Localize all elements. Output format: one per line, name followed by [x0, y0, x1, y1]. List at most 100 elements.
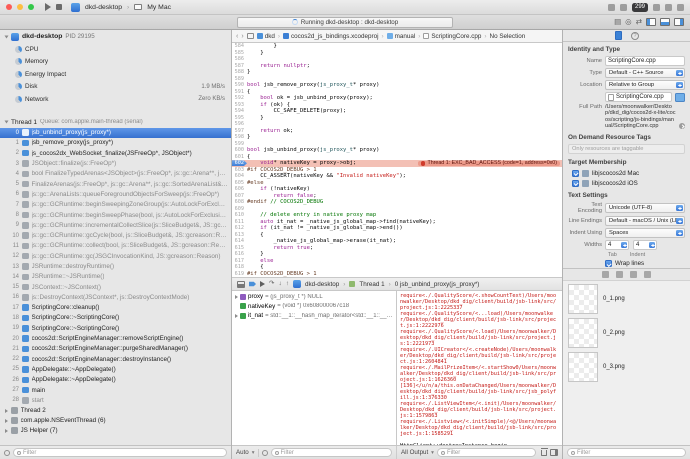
file-reference[interactable]: ScriptingCore.cpp [605, 92, 672, 102]
stack-frame[interactable]: 13 JSRuntime::destroyRuntime() [0, 261, 231, 271]
stack-frame[interactable]: 10 js::gc::GCRuntime::gcCycle(bool, js::S… [0, 230, 231, 240]
gauge-row[interactable]: Disk 1.9 MB/s [0, 81, 231, 94]
stack-frame[interactable]: 6 js::gc::ArenaLists::queueForegroundObje… [0, 189, 231, 199]
indent-using-popup[interactable]: Spaces [605, 228, 685, 239]
console-pane-toggle-icon[interactable] [550, 449, 558, 456]
gauge-row[interactable]: Network Zero KB/s [0, 93, 231, 106]
menubar-status-icon[interactable] [653, 3, 660, 11]
library-item[interactable]: 0_1.png [568, 284, 685, 315]
file-template-library-icon[interactable] [602, 271, 609, 279]
name-field[interactable]: ScriptingCore.cpp [605, 56, 685, 66]
debug-thread-selector[interactable]: Thread 1 [359, 281, 384, 288]
filter-scope-icon[interactable] [261, 449, 268, 456]
indent-width-stepper[interactable]: 4 [633, 240, 657, 251]
minimize-button[interactable] [17, 4, 23, 10]
gauge-row[interactable]: Memory [0, 56, 231, 69]
standard-editor-icon[interactable]: ▤ [614, 18, 621, 26]
disclosure-icon[interactable] [4, 35, 9, 38]
menubar-status-icon[interactable] [665, 3, 672, 11]
jumpbar-crumb[interactable]: ScriptingCore.cpp [423, 33, 481, 40]
stack-frame[interactable]: 16 js::DestroyContext(JSContext*, js::Des… [0, 292, 231, 302]
quick-help-tab[interactable] [630, 31, 639, 40]
variables-filter-input[interactable]: Filter [270, 448, 392, 457]
clear-console-icon[interactable] [540, 447, 548, 456]
type-popup[interactable]: Default - C++ Source [605, 68, 685, 78]
gauge-row[interactable]: Energy Impact [0, 68, 231, 81]
stack-frame[interactable]: 0 jsb_unbind_proxy(js_proxy*) [0, 127, 231, 138]
stack-frame[interactable]: 20 cocos2d::ScriptEngineManager::removeSc… [0, 333, 231, 343]
menubar-status-icon[interactable] [607, 3, 615, 11]
file-inspector-tab[interactable] [614, 31, 622, 40]
stack-frame[interactable]: 26 AppDelegate::~AppDelegate() [0, 375, 231, 385]
object-library-icon[interactable] [630, 271, 637, 279]
variable-row[interactable]: proxy = (js_proxy_t *) NULL [232, 292, 396, 302]
checkbox[interactable] [572, 169, 579, 177]
stack-frame[interactable]: 27 main [0, 385, 231, 395]
stack-frame[interactable]: 17 ScriptingCore::cleanup() [0, 303, 231, 313]
forward-button[interactable]: › [241, 33, 243, 40]
stack-frame[interactable]: 14 JSRuntime::~JSRuntime() [0, 272, 231, 282]
stop-button[interactable] [56, 4, 62, 10]
media-library-icon[interactable] [644, 271, 651, 279]
toggle-inspector-icon[interactable] [674, 18, 684, 26]
run-button[interactable] [45, 3, 51, 11]
stack-frame[interactable]: 4 bool FinalizeTypedArenas<JSObject>(js::… [0, 169, 231, 179]
scheme-device[interactable]: My Mac [147, 4, 171, 11]
jumpbar-crumb[interactable]: cocos2d_js_bindings.xcodeproj [282, 33, 378, 40]
console-filter-input[interactable]: Filter [436, 448, 536, 457]
thread-header[interactable]: Thread 1 Queue: com.apple.main-thread (s… [0, 117, 231, 128]
gauge-row[interactable]: CPU [0, 43, 231, 56]
code-line[interactable]: 619 #if COCOS2D_DEBUG > 1 [232, 271, 562, 278]
scope-selector[interactable]: Auto [236, 449, 249, 456]
filter-scope-icon[interactable] [4, 449, 10, 456]
variable-row[interactable]: nativeKey = (void *) 0x608000067c18 [232, 302, 396, 312]
continue-icon[interactable] [260, 281, 265, 287]
step-out-icon[interactable]: ↑ [286, 280, 289, 288]
stack-frame[interactable]: 25 AppDelegate::~AppDelegate() [0, 364, 231, 374]
stack-frame[interactable]: 12 js::gc::GCRuntime::gc(JSGCInvocationKi… [0, 251, 231, 261]
step-over-icon[interactable]: ↷ [269, 280, 274, 288]
menubar-status-icon[interactable] [677, 3, 684, 11]
stack-frame[interactable]: 5 FinalizeArenas(js::FreeOp*, js::gc::Are… [0, 179, 231, 189]
process-row[interactable]: dkd-desktop PID 29195 [0, 30, 231, 43]
stack-frame[interactable]: 3 JSObject::finalize(js::FreeOp*) [0, 158, 231, 168]
stack-frame[interactable]: 15 JSContext::~JSContext() [0, 282, 231, 292]
location-popup[interactable]: Relative to Group [605, 80, 685, 90]
stack-frame[interactable]: 9 js::gc::GCRuntime::incrementalCollectSl… [0, 220, 231, 230]
breakpoints-toggle-icon[interactable] [249, 281, 256, 287]
toggle-debug-area-icon[interactable] [660, 18, 670, 26]
thread-row[interactable]: com.apple.NSEventThread (6) [0, 416, 231, 426]
reveal-in-finder-arrow-button[interactable] [679, 123, 685, 130]
stack-frame[interactable]: 11 js::gc::GCRuntime::collect(bool, js::S… [0, 241, 231, 251]
version-editor-icon[interactable]: ⇄ [636, 18, 642, 26]
scheme-name[interactable]: dkd-desktop [85, 4, 122, 11]
code-snippet-library-icon[interactable] [616, 271, 623, 279]
target-membership-row[interactable]: libjscocos2d iOS [563, 178, 690, 188]
back-button[interactable]: ‹ [236, 33, 238, 40]
related-items-icon[interactable] [246, 33, 254, 39]
choose-location-button[interactable] [675, 92, 685, 102]
step-into-icon[interactable]: ↓ [278, 280, 281, 288]
library-filter-input[interactable]: Filter [567, 448, 686, 457]
console-output[interactable]: require<./.QualityScore/<.showCountText)… [397, 291, 562, 445]
output-selector[interactable]: All Output [401, 449, 428, 456]
toggle-navigator-icon[interactable] [646, 18, 656, 26]
stack-frame[interactable]: 21 cocos2d::ScriptEngineManager::purgeSha… [0, 344, 231, 354]
close-button[interactable] [6, 4, 12, 10]
target-membership-row[interactable]: libjscocos2d Mac [563, 168, 690, 178]
stack-frame[interactable]: 19 ScriptingCore::~ScriptingCore() [0, 323, 231, 333]
jumpbar-crumb[interactable]: dkd [256, 33, 275, 40]
zoom-button[interactable] [28, 4, 34, 10]
menubar-status-icon[interactable] [619, 3, 627, 11]
tab-width-stepper[interactable]: 4 [605, 240, 629, 251]
stack-frame[interactable]: 8 js::gc::GCRuntime::beginSweepPhase(bool… [0, 210, 231, 220]
stack-frame[interactable]: 28 start [0, 395, 231, 405]
thread-row[interactable]: Thread 2 [0, 406, 231, 416]
jumpbar-crumb[interactable]: manual [386, 33, 415, 40]
library-item[interactable]: 0_3.png [568, 352, 685, 383]
stack-frame[interactable]: 18 ScriptingCore::~ScriptingCore() [0, 313, 231, 323]
navigator-filter-input[interactable]: Filter [13, 448, 227, 457]
thread-row[interactable]: JS Helper (7) [0, 426, 231, 436]
source-editor[interactable]: 584 } 585 } 586 587 return nullptr; 588} 589 5… [232, 43, 562, 277]
debug-app-name[interactable]: dkd-desktop [305, 281, 339, 288]
